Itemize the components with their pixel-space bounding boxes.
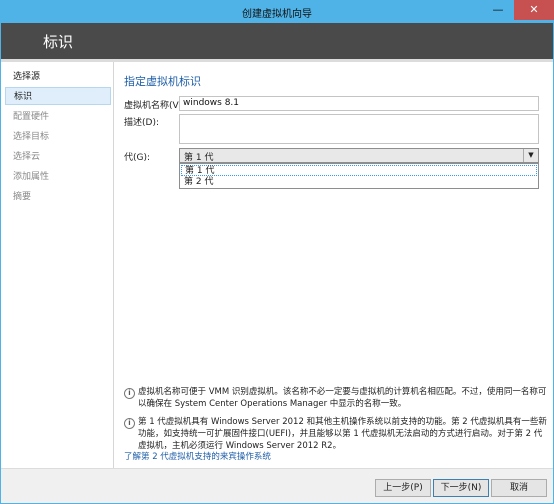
section-title: 指定虚拟机标识: [124, 75, 201, 88]
wizard-header: 标识: [1, 22, 553, 59]
sidebar-item-configure-hardware[interactable]: 配置硬件: [5, 108, 111, 126]
generation-options-list: 第 1 代 第 2 代: [179, 163, 539, 189]
next-button[interactable]: 下一步(N): [433, 479, 489, 497]
sidebar-item-select-source[interactable]: 选择源: [5, 68, 111, 86]
minimize-button[interactable]: —: [485, 0, 511, 20]
window-title: 创建虚拟机向导: [242, 9, 312, 20]
main-content: 指定虚拟机标识 虚拟机名称(V): windows 8.1 描述(D): 代(G…: [114, 62, 552, 468]
generation-option-1[interactable]: 第 1 代: [181, 165, 537, 176]
title-bar: 创建虚拟机向导 — ✕: [0, 0, 554, 22]
generation-dropdown[interactable]: 第 1 代 ▼: [179, 148, 539, 163]
description-label: 描述(D):: [124, 118, 159, 128]
info-vm-name-text: 虚拟机名称可便于 VMM 识别虚拟机。该名称不必一定要与虚拟机的计算机名相匹配。…: [138, 387, 547, 409]
sidebar-item-select-destination[interactable]: 选择目标: [5, 128, 111, 146]
sidebar-item-select-cloud[interactable]: 选择云: [5, 148, 111, 166]
learn-more-link[interactable]: 了解第 2 代虚拟机支持的来宾操作系统: [124, 450, 271, 462]
cancel-button[interactable]: 取消: [491, 479, 547, 497]
info-icon: i: [124, 388, 135, 399]
page-title: 标识: [43, 33, 74, 51]
close-button[interactable]: ✕: [514, 0, 554, 20]
generation-selected-value: 第 1 代: [184, 153, 214, 163]
description-input[interactable]: [179, 114, 539, 144]
info-generation-text: 第 1 代虚拟机具有 Windows Server 2012 和其他主机操作系统…: [138, 417, 547, 451]
generation-option-2[interactable]: 第 2 代: [181, 177, 537, 188]
vm-name-input[interactable]: windows 8.1: [179, 96, 539, 111]
vm-name-label: 虚拟机名称(V):: [124, 101, 186, 111]
wizard-steps-sidebar: 选择源 标识 配置硬件 选择目标 选择云 添加属性 摘要: [1, 62, 114, 468]
chevron-down-icon[interactable]: ▼: [523, 149, 538, 162]
sidebar-item-identity[interactable]: 标识: [5, 87, 111, 105]
wizard-footer: 上一步(P) 下一步(N) 取消: [1, 468, 553, 504]
sidebar-item-summary[interactable]: 摘要: [5, 188, 111, 206]
info-icon: i: [124, 418, 135, 429]
sidebar-item-add-properties[interactable]: 添加属性: [5, 168, 111, 186]
generation-label: 代(G):: [124, 153, 151, 163]
previous-button[interactable]: 上一步(P): [375, 479, 431, 497]
